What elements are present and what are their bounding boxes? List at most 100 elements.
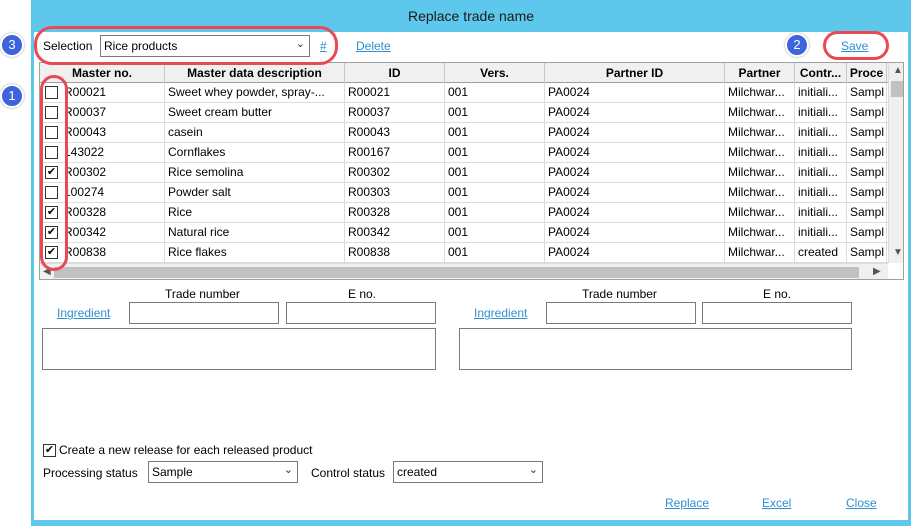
horizontal-scrollbar[interactable]: ◀ ▶ (40, 263, 888, 279)
column-header-version[interactable]: Vers. (445, 63, 545, 83)
right-ingredient-text[interactable] (459, 328, 852, 370)
cell-partner: Milchwar... (725, 203, 795, 222)
cell-version: 001 (445, 83, 545, 102)
cell-version: 001 (445, 123, 545, 142)
cell-description: Rice flakes (165, 243, 345, 262)
cell-processing-status: Sampl (847, 203, 887, 222)
cell-partner: Milchwar... (725, 83, 795, 102)
cell-control-status: initiali... (795, 103, 847, 122)
badge-2: 2 (785, 33, 809, 57)
left-e-no-field[interactable] (286, 302, 436, 324)
cell-partner: Milchwar... (725, 163, 795, 182)
left-trade-number-field[interactable] (129, 302, 279, 324)
chevron-down-icon: ⌄ (283, 464, 293, 476)
badge-3: 3 (0, 33, 24, 57)
cell-description: casein (165, 123, 345, 142)
products-grid: Master no. Master data description ID Vers.… (39, 62, 904, 280)
left-ingredient-link[interactable]: Ingredient (57, 306, 110, 320)
grid-header: Master no. Master data description ID Vers.… (40, 63, 888, 83)
column-header-processing-status[interactable]: Proce (847, 63, 887, 83)
cell-description: Cornflakes (165, 143, 345, 162)
cell-control-status: initiali... (795, 163, 847, 182)
table-row[interactable]: R00043 casein R00043 001 PA0024 Milchwar... in… (40, 123, 890, 143)
left-trade-number-label: Trade number (165, 287, 240, 301)
cell-id: R00037 (345, 103, 445, 122)
close-link[interactable]: Close (846, 496, 877, 510)
table-row[interactable]: ✔ R00342 Natural rice R00342 001 PA0024 Milchw… (40, 223, 890, 243)
cell-partner-id: PA0024 (545, 83, 725, 102)
cell-processing-status: Sampl (847, 103, 887, 122)
table-row[interactable]: 100274 Powder salt R00303 001 PA0024 Milchwar… (40, 183, 890, 203)
left-ingredient-text[interactable] (42, 328, 436, 370)
delete-link[interactable]: Delete (356, 39, 391, 53)
cell-partner-id: PA0024 (545, 243, 725, 262)
cell-partner-id: PA0024 (545, 143, 725, 162)
cell-version: 001 (445, 243, 545, 262)
table-row[interactable]: 143022 Cornflakes R00167 001 PA0024 Milchwar.… (40, 143, 890, 163)
table-row[interactable]: R00021 Sweet whey powder, spray-... R00021… (40, 83, 890, 103)
cell-description: Powder salt (165, 183, 345, 202)
horizontal-scroll-thumb[interactable] (54, 267, 859, 278)
cell-partner: Milchwar... (725, 143, 795, 162)
cell-partner: Milchwar... (725, 103, 795, 122)
cell-id: R00043 (345, 123, 445, 142)
right-e-no-field[interactable] (702, 302, 852, 324)
control-status-value: created (397, 465, 438, 479)
table-row[interactable]: ✔ R00328 Rice R00328 001 PA0024 Milchwar... ini… (40, 203, 890, 223)
cell-partner-id: PA0024 (545, 103, 725, 122)
table-row[interactable]: ✔ R00838 Rice flakes R00838 001 PA0024 Milchwa… (40, 243, 890, 263)
cell-partner: Milchwar... (725, 183, 795, 202)
cell-partner-id: PA0024 (545, 123, 725, 142)
column-header-partner[interactable]: Partner (725, 63, 795, 83)
replace-link[interactable]: Replace (665, 496, 709, 510)
dialog-window: Replace trade name Selection Rice produc… (31, 0, 911, 526)
control-status-dropdown[interactable]: created ⌄ (393, 461, 543, 483)
chevron-down-icon: ⌄ (528, 464, 538, 476)
cell-processing-status: Sampl (847, 183, 887, 202)
cell-partner-id: PA0024 (545, 223, 725, 242)
scroll-down-icon[interactable]: ▼ (893, 247, 903, 258)
column-header-partner-id[interactable]: Partner ID (545, 63, 725, 83)
vertical-scrollbar[interactable]: ▲ ▼ (888, 63, 903, 263)
badge-1: 1 (0, 84, 24, 108)
cell-partner-id: PA0024 (545, 203, 725, 222)
checkbox-column-highlight-ring (40, 75, 68, 271)
left-e-no-label: E no. (348, 287, 377, 301)
cell-control-status: initiali... (795, 83, 847, 102)
right-trade-number-field[interactable] (546, 302, 696, 324)
column-header-id[interactable]: ID (345, 63, 445, 83)
cell-control-status: initiali... (795, 143, 847, 162)
table-row[interactable]: ✔ R00302 Rice semolina R00302 001 PA0024 Milch… (40, 163, 890, 183)
table-row[interactable]: R00037 Sweet cream butter R00037 001 PA0024 M… (40, 103, 890, 123)
selection-highlight-ring (34, 26, 338, 65)
new-release-label: Create a new release for each released p… (59, 443, 313, 457)
vertical-scroll-thumb[interactable] (891, 81, 903, 97)
cell-processing-status: Sampl (847, 123, 887, 142)
save-highlight-ring (823, 31, 889, 60)
cell-processing-status: Sampl (847, 83, 887, 102)
cell-version: 001 (445, 143, 545, 162)
cell-partner-id: PA0024 (545, 183, 725, 202)
column-header-control-status[interactable]: Contr... (795, 63, 847, 83)
scroll-right-icon[interactable]: ▶ (873, 266, 881, 277)
cell-version: 001 (445, 203, 545, 222)
cell-id: R00021 (345, 83, 445, 102)
cell-id: R00342 (345, 223, 445, 242)
cell-id: R00328 (345, 203, 445, 222)
cell-description: Rice semolina (165, 163, 345, 182)
new-release-checkbox[interactable]: ✔ (43, 444, 56, 457)
cell-processing-status: Sampl (847, 243, 887, 262)
cell-processing-status: Sampl (847, 163, 887, 182)
scroll-up-icon[interactable]: ▲ (893, 65, 903, 76)
cell-partner: Milchwar... (725, 123, 795, 142)
cell-id: R00838 (345, 243, 445, 262)
processing-status-dropdown[interactable]: Sample ⌄ (148, 461, 298, 483)
processing-status-value: Sample (152, 465, 193, 479)
cell-id: R00302 (345, 163, 445, 182)
cell-description: Sweet whey powder, spray-... (165, 83, 345, 102)
cell-processing-status: Sampl (847, 143, 887, 162)
excel-link[interactable]: Excel (762, 496, 791, 510)
column-header-description[interactable]: Master data description (165, 63, 345, 83)
right-ingredient-link[interactable]: Ingredient (474, 306, 527, 320)
cell-description: Rice (165, 203, 345, 222)
